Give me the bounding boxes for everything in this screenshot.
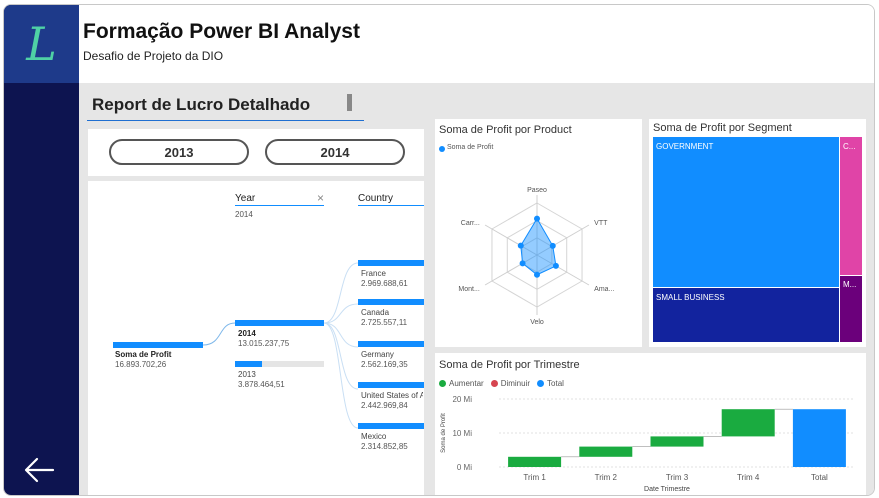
x-axis-label: Date Trimestre (644, 486, 690, 493)
waterfall-bar[interactable] (508, 456, 562, 467)
root-label: Soma de Profit (115, 350, 172, 359)
year-bar-track-2013[interactable] (235, 361, 324, 367)
year-slicer: 2013 2014 (88, 129, 424, 176)
radar-axis-label: Carr... (461, 220, 480, 227)
country-bar-germany[interactable] (358, 341, 424, 347)
year-value-2014: 13.015.237,75 (238, 339, 290, 348)
radar-axis-label: Paseo (527, 187, 547, 194)
x-tick-label: Trim 4 (737, 473, 760, 482)
y-tick-label: 10 Mi (452, 429, 472, 438)
year-button-2013[interactable]: 2013 (109, 139, 249, 165)
country-bar-france[interactable] (358, 260, 424, 266)
radar-chart: Paseo VTT Ama... Velo Mont... Carr... (458, 187, 614, 326)
report-title-underline (87, 120, 364, 121)
page-subtitle: Desafio de Projeto da DIO (83, 49, 224, 63)
root-value: 16.893.702,26 (115, 360, 167, 369)
x-tick-label: Trim 1 (523, 473, 546, 482)
x-tick-label: Total (811, 473, 828, 482)
logo: L (4, 5, 79, 83)
radar-axis-label: Mont... (458, 286, 479, 293)
year-label-2014: 2014 (238, 329, 256, 338)
year-bar-2014 (235, 320, 324, 326)
country-bar-mexico[interactable] (358, 423, 424, 429)
sidebar: L (4, 5, 79, 495)
scroll-handle[interactable] (347, 94, 352, 111)
y-tick-label: 20 Mi (452, 395, 472, 404)
radar-point[interactable] (534, 215, 540, 222)
treemap-label-m: M... (843, 280, 857, 289)
waterfall-chart-panel: Soma de Profit por Trimestre Aumentar Dim… (435, 353, 866, 495)
country-label-france: France (361, 269, 386, 278)
year-button-2014[interactable]: 2014 (265, 139, 405, 165)
year-bar-track-2014[interactable] (235, 320, 324, 326)
radar-axis-label: Ama... (594, 286, 614, 293)
country-bar-canada[interactable] (358, 299, 424, 305)
treemap-panel: Soma de Profit por Segment GOVERNMENT SM… (649, 119, 866, 347)
radar-axis-label: Velo (530, 319, 544, 326)
treemap-label-small-business: SMALL BUSINESS (656, 293, 725, 302)
year-value-2013: 3.878.464,51 (238, 380, 285, 389)
country-label-usa: United States of A (361, 391, 423, 400)
country-value-france: 2.969.688,61 (361, 279, 408, 288)
treemap-tile-small-business[interactable]: SMALL BUSINESS (653, 288, 839, 342)
decomposition-tree: Year × 2014 Country Soma de Profit 16.89… (88, 181, 424, 495)
treemap-title: Soma de Profit por Segment (653, 122, 792, 134)
year-bar-2013 (235, 361, 262, 367)
year-label-2013: 2013 (238, 370, 256, 379)
x-tick-label: Trim 2 (595, 473, 618, 482)
country-value-canada: 2.725.557,11 (361, 318, 408, 327)
treemap-tile-c[interactable]: C... (840, 137, 862, 275)
arrow-left-icon[interactable] (22, 455, 56, 485)
waterfall-bar[interactable] (650, 436, 704, 447)
country-value-usa: 2.442.969,84 (361, 401, 408, 410)
root-bar[interactable] (113, 342, 203, 348)
y-tick-label: 0 Mi (457, 463, 472, 472)
radar-point[interactable] (534, 271, 540, 278)
country-label-germany: Germany (361, 350, 394, 359)
report-frame: L Formação Power BI Analyst Desafio de P… (3, 4, 875, 496)
country-value-mexico: 2.314.852,85 (361, 442, 408, 451)
header: Formação Power BI Analyst Desafio de Pro… (79, 5, 874, 83)
radar-chart-panel: Soma de Profit por Product Soma de Profi… (435, 119, 642, 347)
radar-point[interactable] (517, 242, 524, 249)
page-title: Formação Power BI Analyst (83, 20, 360, 43)
treemap-label-government: GOVERNMENT (656, 142, 714, 151)
country-label-canada: Canada (361, 308, 390, 317)
report-title: Report de Lucro Detalhado (92, 95, 311, 114)
radar-point[interactable] (549, 242, 556, 249)
treemap-tile-government[interactable]: GOVERNMENT (653, 137, 839, 287)
country-bar-usa[interactable] (358, 382, 424, 388)
treemap-label-c: C... (843, 142, 856, 151)
report-canvas: Report de Lucro Detalhado 2013 2014 Year… (79, 83, 874, 495)
logo-letter: L (26, 17, 57, 71)
y-axis-label: Soma de Profit (441, 413, 447, 453)
radar-axis-label: VTT (594, 220, 608, 227)
x-tick-label: Trim 3 (666, 473, 689, 482)
waterfall-bar[interactable] (579, 446, 633, 457)
waterfall-chart: 0 Mi 10 Mi 20 Mi Soma de Profit Date Trimest… (441, 395, 855, 493)
waterfall-bar[interactable] (792, 409, 846, 467)
radar-point[interactable] (552, 262, 559, 269)
country-label-mexico: Mexico (361, 432, 387, 441)
radar-point[interactable] (519, 260, 526, 267)
country-value-germany: 2.562.169,35 (361, 360, 408, 369)
treemap-tile-m[interactable]: M... (840, 276, 862, 342)
waterfall-bar[interactable] (721, 409, 775, 437)
